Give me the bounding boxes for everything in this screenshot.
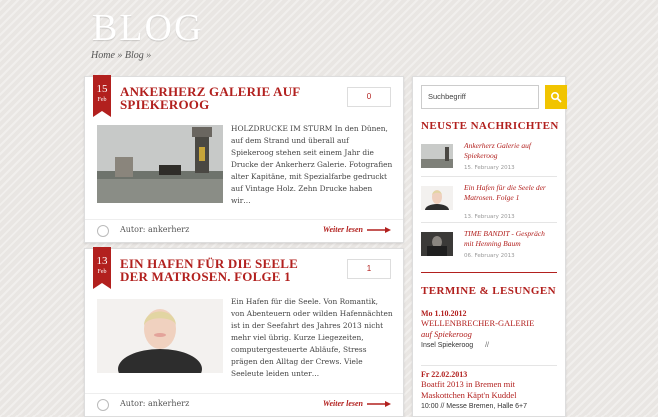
breadcrumb: Home » Blog » [91, 50, 151, 61]
search-input[interactable]: Suchbegriff [428, 92, 466, 101]
events-section-title: Termine & Lesungen [421, 285, 556, 297]
event-location: 10:00 // Messe Bremen, Halle 6+7 [421, 403, 561, 410]
event-location-text: 10:00 // Messe Bremen, Halle 6+7 [421, 403, 528, 410]
date-month: Feb [97, 269, 107, 275]
post-author: Autor: ankerherz [120, 399, 190, 408]
news-date: 13. February 2013 [464, 214, 515, 220]
search-box: Suchbegriff [421, 85, 567, 109]
news-thumbnail[interactable] [421, 232, 453, 256]
event-location-text: Insel Spiekeroog [421, 342, 474, 349]
news-link[interactable]: TIME BANDIT - Gespräch mit Henning Baum [464, 229, 554, 249]
post-title[interactable]: Ankerherz Galerie auf Spiekeroog [120, 85, 320, 111]
breadcrumb-home[interactable]: Home [91, 50, 115, 61]
user-icon [97, 399, 109, 411]
read-more-link[interactable]: Weiter lesen [323, 399, 363, 408]
event-location: Insel Spiekeroog // [421, 342, 561, 349]
post-footer: Autor: ankerherz Weiter lesen [85, 219, 403, 242]
news-item[interactable]: Ein Hafen für die Seele der Matrosen. Fo… [421, 183, 557, 220]
search-icon [550, 91, 562, 103]
event-item[interactable]: Mo 1.10.2012 WELLENBRECHER-GALERIE auf S… [421, 309, 561, 349]
news-thumbnail[interactable] [421, 186, 453, 210]
news-section-title: Neuste Nachrichten [421, 120, 559, 132]
divider [421, 176, 557, 177]
divider [421, 365, 557, 366]
event-subtitle[interactable]: Maskottchen Käpt'n Kuddel [421, 390, 561, 401]
date-badge: 15 Feb [93, 75, 111, 117]
event-separator: // [485, 342, 489, 349]
divider [421, 272, 557, 273]
event-title[interactable]: WELLENBRECHER-GALERIE [421, 318, 561, 329]
read-more-link[interactable]: Weiter lesen [323, 225, 363, 234]
date-month: Feb [97, 97, 107, 103]
breadcrumb-separator: » [117, 50, 123, 61]
page-title: BLOG [92, 7, 204, 49]
arrow-right-icon[interactable] [367, 227, 391, 233]
news-thumbnail[interactable] [421, 144, 453, 168]
post-footer: Autor: ankerherz Weiter lesen [85, 393, 403, 416]
post-author: Autor: ankerherz [120, 225, 190, 234]
arrow-right-icon[interactable] [367, 401, 391, 407]
news-link[interactable]: Ankerherz Galerie auf Spiekeroog [464, 141, 554, 161]
news-link[interactable]: Ein Hafen für die Seele der Matrosen. Fo… [464, 183, 554, 203]
news-date: 06. February 2013 [464, 253, 515, 259]
breadcrumb-separator: » [146, 50, 152, 61]
news-item[interactable]: TIME BANDIT - Gespräch mit Henning Baum … [421, 229, 557, 265]
date-day: 15 [96, 83, 108, 95]
post-thumbnail[interactable] [97, 125, 223, 203]
post-excerpt: Ein Hafen für die Seele. Von Romantik, v… [231, 297, 393, 378]
post-thumbnail[interactable] [97, 299, 223, 373]
news-date: 15. February 2013 [464, 165, 515, 171]
comment-count[interactable]: 1 [347, 259, 391, 279]
event-title[interactable]: Boatfit 2013 in Bremen mit [421, 379, 561, 390]
post-excerpt: HOLZDRUCKE IM STURM In den Dünen, auf de… [231, 124, 393, 205]
event-date: Mo 1.10.2012 [421, 309, 467, 318]
event-subtitle[interactable]: auf Spiekeroog [421, 329, 561, 340]
breadcrumb-blog[interactable]: Blog [125, 50, 144, 61]
post-title[interactable]: Ein Hafen für die Seele der Matrosen. Fo… [120, 257, 320, 283]
event-item[interactable]: Fr 22.02.2013 Boatfit 2013 in Bremen mit… [421, 370, 561, 410]
blog-post: 13 Feb Ein Hafen für die Seele der Matro… [84, 247, 404, 417]
date-badge: 13 Feb [93, 247, 111, 289]
comment-count[interactable]: 0 [347, 87, 391, 107]
date-day: 13 [96, 255, 108, 267]
news-item[interactable]: Ankerherz Galerie auf Spiekeroog 15. Feb… [421, 141, 557, 177]
sidebar: Suchbegriff Neuste Nachrichten Ankerherz… [412, 76, 567, 417]
divider [421, 222, 557, 223]
blog-post: 15 Feb Ankerherz Galerie auf Spiekeroog … [84, 75, 404, 243]
user-icon [97, 225, 109, 237]
search-button[interactable] [545, 85, 567, 109]
event-date: Fr 22.02.2013 [421, 370, 468, 379]
